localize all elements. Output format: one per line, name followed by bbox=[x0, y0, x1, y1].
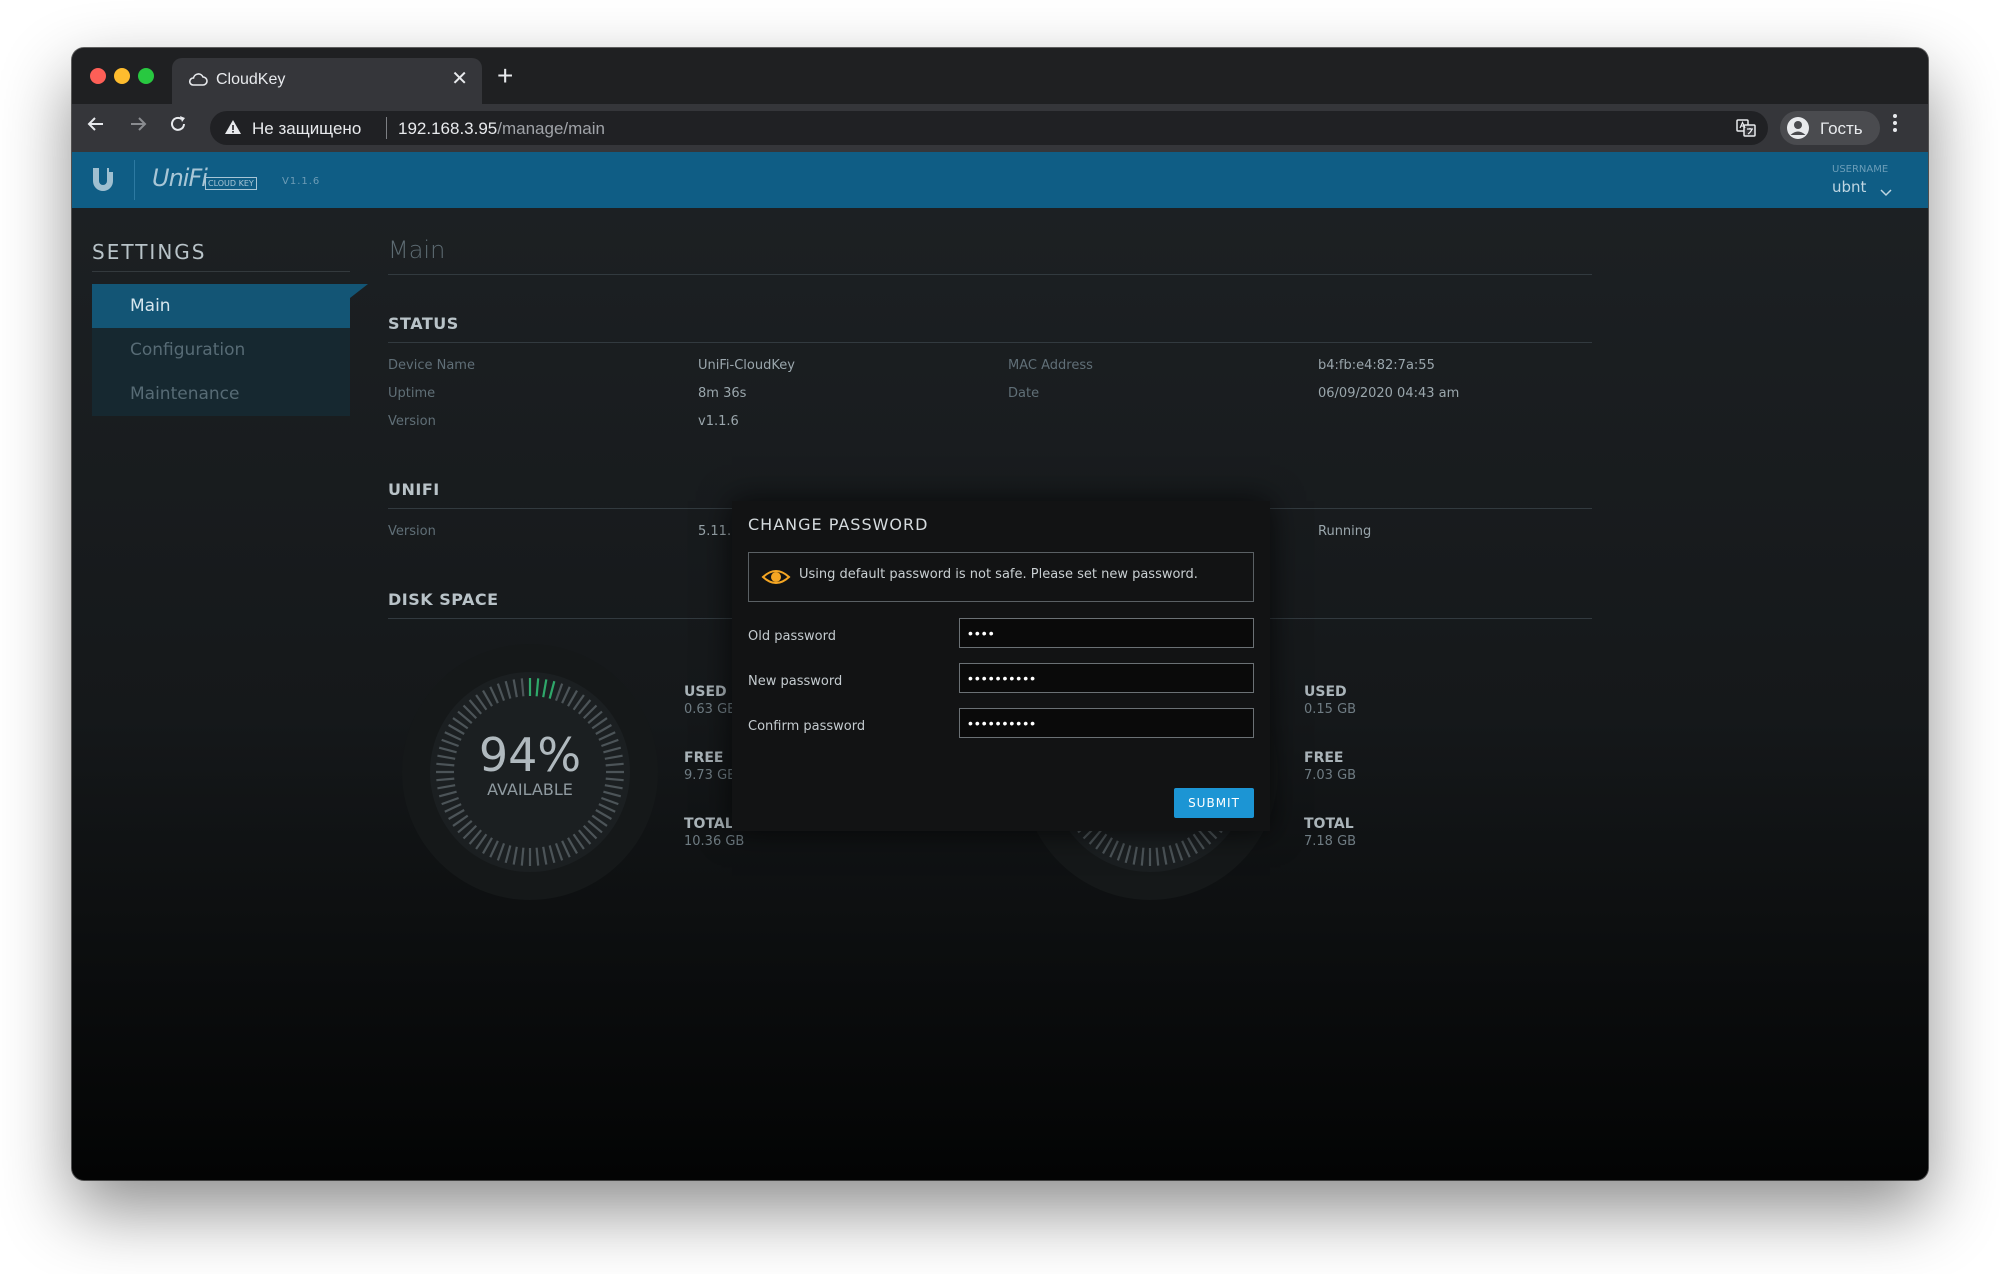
tab-strip: CloudKey ✕ + bbox=[72, 48, 1928, 104]
sidebar-item-configuration[interactable]: Configuration bbox=[92, 328, 350, 372]
username-dropdown[interactable]: ubnt bbox=[1832, 178, 1866, 196]
not-secure-label: Не защищено bbox=[252, 119, 362, 138]
translate-icon[interactable] bbox=[1736, 118, 1756, 143]
new-password-field[interactable] bbox=[959, 663, 1254, 693]
uptime-value: 8m 36s bbox=[698, 386, 747, 401]
dialog-title: CHANGE PASSWORD bbox=[748, 515, 929, 534]
gauge-tick bbox=[520, 678, 525, 697]
username-label: USERNAME bbox=[1832, 164, 1889, 175]
default-password-alert: Using default password is not safe. Plea… bbox=[748, 552, 1254, 602]
disk1-free-value: 9.73 GB bbox=[684, 768, 737, 783]
gauge-tick bbox=[1140, 847, 1145, 866]
page-title: Main bbox=[388, 236, 446, 264]
uptime-label: Uptime bbox=[388, 386, 436, 401]
unifi-version-value: 5.11. bbox=[698, 524, 732, 539]
disk-available-percent: 94% bbox=[478, 728, 582, 782]
url-text[interactable]: 192.168.3.95/manage/main bbox=[398, 119, 605, 139]
profile-button[interactable]: Гость bbox=[1780, 111, 1880, 145]
chevron-down-icon[interactable] bbox=[1880, 182, 1892, 201]
profile-name: Гость bbox=[1820, 119, 1863, 138]
status-divider bbox=[388, 342, 1592, 343]
sidebar-item-maintenance[interactable]: Maintenance bbox=[92, 372, 350, 416]
cloud-icon bbox=[188, 72, 208, 93]
confirm-password-field[interactable] bbox=[959, 708, 1254, 738]
ubiquiti-logo-icon[interactable] bbox=[90, 166, 116, 198]
app-header: UniFi CLOUD KEY V1.1.6 USERNAME ubnt bbox=[72, 152, 1928, 208]
date-value: 06/09/2020 04:43 am bbox=[1318, 386, 1460, 401]
reload-button[interactable] bbox=[168, 114, 188, 140]
back-button[interactable] bbox=[86, 114, 106, 140]
cloudkey-badge: CLOUD KEY bbox=[205, 177, 257, 190]
status-heading: STATUS bbox=[388, 314, 459, 333]
browser-toolbar: Не защищено 192.168.3.95/manage/main Гос… bbox=[72, 104, 1928, 152]
disk1-used-label: USED bbox=[684, 684, 727, 700]
new-tab-button[interactable]: + bbox=[497, 60, 513, 92]
date-label: Date bbox=[1008, 386, 1040, 401]
disk-gauge-1: 94% AVAILABLE bbox=[400, 642, 660, 902]
warning-icon[interactable] bbox=[224, 118, 242, 141]
sidebar-menu: Main Configuration Maintenance bbox=[92, 284, 368, 416]
disk2-used-label: USED bbox=[1304, 684, 1347, 700]
browser-menu-icon[interactable] bbox=[1892, 112, 1898, 142]
forward-button[interactable] bbox=[128, 114, 148, 140]
title-divider bbox=[388, 274, 1592, 275]
tab-title: CloudKey bbox=[216, 71, 286, 88]
submit-button[interactable]: SUBMIT bbox=[1174, 788, 1254, 818]
alert-message: Using default password is not safe. Plea… bbox=[799, 567, 1198, 582]
confirm-password-label: Confirm password bbox=[748, 719, 866, 734]
sidebar-item-main[interactable]: Main bbox=[92, 284, 368, 328]
gauge-tick bbox=[1155, 847, 1160, 866]
close-tab-icon[interactable]: ✕ bbox=[451, 67, 468, 91]
close-window-button[interactable] bbox=[90, 68, 106, 84]
old-password-field[interactable] bbox=[959, 618, 1254, 648]
mac-address-value: b4:fb:e4:82:7a:55 bbox=[1318, 358, 1435, 373]
disk1-used-value: 0.63 GB bbox=[684, 702, 737, 717]
app-version: V1.1.6 bbox=[282, 176, 321, 187]
mac-address-label: MAC Address bbox=[1008, 358, 1093, 373]
disk1-total-label: TOTAL bbox=[684, 816, 734, 832]
eye-icon bbox=[761, 566, 791, 592]
unifi-heading: UNIFI bbox=[388, 480, 440, 499]
disk2-free-label: FREE bbox=[1304, 750, 1344, 766]
old-password-label: Old password bbox=[748, 629, 836, 644]
address-divider bbox=[386, 117, 387, 139]
logo-divider bbox=[134, 160, 135, 200]
disk2-total-value: 7.18 GB bbox=[1304, 834, 1357, 849]
version-value: v1.1.6 bbox=[698, 414, 739, 429]
disk1-total-value: 10.36 GB bbox=[684, 834, 745, 849]
disk1-free-label: FREE bbox=[684, 750, 724, 766]
disk2-free-value: 7.03 GB bbox=[1304, 768, 1357, 783]
unifi-status-value: Running bbox=[1318, 524, 1372, 539]
sidebar-divider bbox=[92, 271, 350, 272]
device-name-value: UniFi-CloudKey bbox=[698, 358, 795, 373]
cloudkey-page: UniFi CLOUD KEY V1.1.6 USERNAME ubnt SET… bbox=[72, 152, 1928, 1180]
tab-cloudkey[interactable]: CloudKey ✕ bbox=[172, 58, 482, 104]
gauge-tick bbox=[520, 847, 525, 866]
address-bar[interactable]: Не защищено 192.168.3.95/manage/main bbox=[210, 111, 1768, 145]
browser-window: CloudKey ✕ + Не защищено 192.168.3.95/ma… bbox=[72, 48, 1928, 1180]
url-host: 192.168.3.95 bbox=[398, 119, 498, 138]
unifi-version-label: Version bbox=[388, 524, 436, 539]
account-icon bbox=[1786, 116, 1810, 145]
gauge-tick bbox=[535, 678, 540, 697]
change-password-dialog: CHANGE PASSWORD Using default password i… bbox=[732, 501, 1270, 831]
unifi-logo: UniFi bbox=[152, 164, 208, 192]
new-password-label: New password bbox=[748, 674, 843, 689]
sidebar-title: SETTINGS bbox=[92, 240, 207, 264]
disk2-total-label: TOTAL bbox=[1304, 816, 1354, 832]
disk-available-label: AVAILABLE bbox=[487, 780, 573, 799]
device-name-label: Device Name bbox=[388, 358, 475, 373]
minimize-window-button[interactable] bbox=[114, 68, 130, 84]
disk2-used-value: 0.15 GB bbox=[1304, 702, 1357, 717]
gauge-tick bbox=[535, 847, 540, 866]
url-path: /manage/main bbox=[497, 119, 605, 138]
version-label: Version bbox=[388, 414, 436, 429]
disk-space-heading: DISK SPACE bbox=[388, 590, 499, 609]
maximize-window-button[interactable] bbox=[138, 68, 154, 84]
